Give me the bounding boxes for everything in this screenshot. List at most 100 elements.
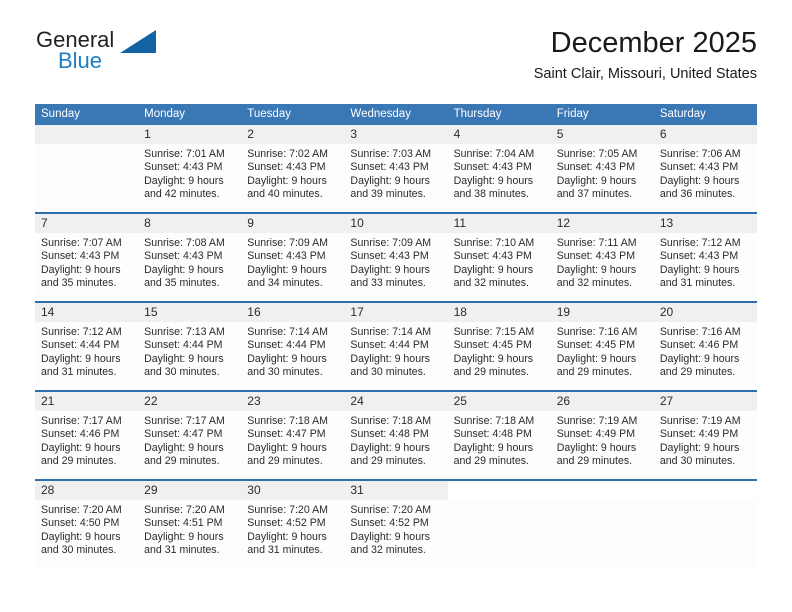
day-number-30[interactable]: 30	[241, 481, 344, 500]
day-detail-row: Sunrise: 7:12 AM Sunset: 4:44 PM Daylight:…	[35, 322, 757, 390]
day-number-29[interactable]: 29	[138, 481, 241, 500]
day-detail-line: and 35 minutes.	[144, 277, 220, 290]
day-cell-21[interactable]: Sunrise: 7:17 AM Sunset: 4:46 PM Daylight:…	[35, 411, 138, 479]
day-number-11[interactable]: 11	[448, 214, 551, 233]
day-cell-12[interactable]: Sunrise: 7:11 AM Sunset: 4:43 PM Daylight:…	[551, 233, 654, 301]
day-cell-3[interactable]: Sunrise: 7:03 AM Sunset: 4:43 PM Daylight:…	[344, 144, 447, 212]
day-cell-7[interactable]: Sunrise: 7:07 AM Sunset: 4:43 PM Daylight:…	[35, 233, 138, 301]
day-cell-27[interactable]: Sunrise: 7:19 AM Sunset: 4:49 PM Daylight:…	[654, 411, 757, 479]
day-cell-16[interactable]: Sunrise: 7:14 AM Sunset: 4:44 PM Daylight:…	[241, 322, 344, 390]
day-number-4[interactable]: 4	[448, 125, 551, 144]
day-number-3[interactable]: 3	[344, 125, 447, 144]
day-number-15[interactable]: 15	[138, 303, 241, 322]
day-number-band: 7 8 9 10 11 12 13	[35, 214, 757, 233]
calendar-week-row: 28 29 30 31 Sunrise: 7:20 AM Sunset: 4:50 PM D…	[35, 479, 757, 568]
day-of-week-header-tuesday: Tuesday	[247, 108, 291, 120]
calendar-week-row: 14 15 16 17 18 19 20 Sunrise: 7:12 AM Sunset: 4:…	[35, 301, 757, 390]
day-detail-line: and 29 minutes.	[453, 455, 529, 468]
day-detail-line: Sunset: 4:49 PM	[556, 428, 636, 441]
day-number-28[interactable]: 28	[35, 481, 138, 500]
day-detail-line: Sunset: 4:51 PM	[144, 517, 223, 530]
day-number-9[interactable]: 9	[241, 214, 344, 233]
day-detail-line: Sunset: 4:50 PM	[41, 517, 120, 530]
day-detail-line: Sunrise: 7:08 AM	[144, 237, 225, 249]
day-cell-31[interactable]: Sunrise: 7:20 AM Sunset: 4:52 PM Daylight:…	[344, 500, 447, 568]
day-detail-line: Sunrise: 7:14 AM	[247, 326, 328, 338]
day-number-19[interactable]: 19	[551, 303, 654, 322]
day-number-13[interactable]: 13	[654, 214, 757, 233]
day-number-10[interactable]: 10	[344, 214, 447, 233]
day-cell-2[interactable]: Sunrise: 7:02 AM Sunset: 4:43 PM Daylight:…	[241, 144, 344, 212]
day-cell-22[interactable]: Sunrise: 7:17 AM Sunset: 4:47 PM Daylight:…	[138, 411, 241, 479]
day-detail-line: Sunrise: 7:12 AM	[659, 237, 741, 249]
day-cell-15[interactable]: Sunrise: 7:13 AM Sunset: 4:44 PM Daylight:…	[138, 322, 241, 390]
day-detail-line: and 35 minutes.	[41, 277, 117, 290]
day-number-band: 28 29 30 31	[35, 481, 757, 500]
day-number-31[interactable]: 31	[344, 481, 447, 500]
triangle-icon	[120, 30, 156, 53]
day-cell-29[interactable]: Sunrise: 7:20 AM Sunset: 4:51 PM Daylight:…	[138, 500, 241, 568]
day-cell-13[interactable]: Sunrise: 7:12 AM Sunset: 4:43 PM Daylight:…	[654, 233, 757, 301]
day-cell-4[interactable]: Sunrise: 7:04 AM Sunset: 4:43 PM Daylight:…	[448, 144, 551, 212]
day-cell-20[interactable]: Sunrise: 7:16 AM Sunset: 4:46 PM Daylight:…	[654, 322, 757, 390]
general-blue-logo[interactable]: General Blue	[36, 28, 216, 76]
day-cell-9[interactable]: Sunrise: 7:09 AM Sunset: 4:43 PM Daylight:…	[241, 233, 344, 301]
day-number-2[interactable]: 2	[241, 125, 344, 144]
day-number-8[interactable]: 8	[138, 214, 241, 233]
day-number-21[interactable]: 21	[35, 392, 138, 411]
day-detail-line: Sunrise: 7:05 AM	[556, 148, 638, 160]
day-cell-1[interactable]: Sunrise: 7:01 AM Sunset: 4:43 PM Daylight:…	[138, 144, 241, 212]
day-cell-23[interactable]: Sunrise: 7:18 AM Sunset: 4:47 PM Daylight:…	[241, 411, 344, 479]
day-detail-line: Sunrise: 7:19 AM	[659, 415, 741, 427]
day-detail-line: and 29 minutes.	[556, 366, 633, 379]
day-number-27[interactable]: 27	[654, 392, 757, 411]
day-detail-line: Sunrise: 7:17 AM	[144, 415, 225, 427]
day-cell-26[interactable]: Sunrise: 7:19 AM Sunset: 4:49 PM Daylight:…	[551, 411, 654, 479]
day-detail-row: Sunrise: 7:01 AM Sunset: 4:43 PM Daylight:…	[35, 144, 757, 212]
day-number-14[interactable]: 14	[35, 303, 138, 322]
day-detail-line: Sunset: 4:45 PM	[453, 339, 532, 352]
day-number-18[interactable]: 18	[448, 303, 551, 322]
day-number-5[interactable]: 5	[551, 125, 654, 144]
day-cell-18[interactable]: Sunrise: 7:15 AM Sunset: 4:45 PM Daylight:…	[448, 322, 551, 390]
day-number-23[interactable]: 23	[241, 392, 344, 411]
day-number-26[interactable]: 26	[551, 392, 654, 411]
day-detail-line: Sunrise: 7:03 AM	[350, 148, 432, 160]
day-detail-line: and 39 minutes.	[350, 188, 426, 201]
day-detail-line: and 29 minutes.	[659, 366, 736, 379]
day-number-6[interactable]: 6	[654, 125, 757, 144]
day-number-20[interactable]: 20	[654, 303, 757, 322]
day-detail-line: Sunset: 4:43 PM	[247, 250, 326, 263]
day-detail-line: and 31 minutes.	[41, 366, 117, 379]
day-number-25[interactable]: 25	[448, 392, 551, 411]
page-subtitle: Saint Clair, Missouri, United States	[533, 66, 757, 82]
day-number-17[interactable]: 17	[344, 303, 447, 322]
day-detail-line: Daylight: 9 hours	[350, 441, 430, 454]
day-detail-line: and 29 minutes.	[247, 455, 323, 468]
day-number-1[interactable]: 1	[138, 125, 241, 144]
day-detail-line: Sunset: 4:43 PM	[144, 250, 223, 263]
day-cell-25[interactable]: Sunrise: 7:18 AM Sunset: 4:48 PM Daylight:…	[448, 411, 551, 479]
day-cell-11[interactable]: Sunrise: 7:10 AM Sunset: 4:43 PM Daylight:…	[448, 233, 551, 301]
day-cell-6[interactable]: Sunrise: 7:06 AM Sunset: 4:43 PM Daylight:…	[654, 144, 757, 212]
day-number-7[interactable]: 7	[35, 214, 138, 233]
day-cell-30[interactable]: Sunrise: 7:20 AM Sunset: 4:52 PM Daylight:…	[241, 500, 344, 568]
day-number-12[interactable]: 12	[551, 214, 654, 233]
day-cell-24[interactable]: Sunrise: 7:18 AM Sunset: 4:48 PM Daylight:…	[344, 411, 447, 479]
day-cell-10[interactable]: Sunrise: 7:09 AM Sunset: 4:43 PM Daylight:…	[344, 233, 447, 301]
day-number-24[interactable]: 24	[344, 392, 447, 411]
day-detail-line: Sunrise: 7:16 AM	[659, 326, 741, 338]
day-detail-line: Daylight: 9 hours	[41, 441, 121, 454]
day-number-22[interactable]: 22	[138, 392, 241, 411]
day-detail-line: Daylight: 9 hours	[350, 263, 430, 276]
day-cell-8[interactable]: Sunrise: 7:08 AM Sunset: 4:43 PM Daylight:…	[138, 233, 241, 301]
day-cell-17[interactable]: Sunrise: 7:14 AM Sunset: 4:44 PM Daylight:…	[344, 322, 447, 390]
day-cell-19[interactable]: Sunrise: 7:16 AM Sunset: 4:45 PM Daylight:…	[551, 322, 654, 390]
day-number-16[interactable]: 16	[241, 303, 344, 322]
calendar-week-row: 7 8 9 10 11 12 13 Sunrise: 7:07 AM Sunset: 4:43 …	[35, 212, 757, 301]
day-detail-line: Daylight: 9 hours	[659, 263, 740, 276]
day-cell-5[interactable]: Sunrise: 7:05 AM Sunset: 4:43 PM Daylight:…	[551, 144, 654, 212]
day-of-week-header-row: Sunday Monday Tuesday Wednesday Thursday Frid…	[35, 104, 757, 125]
day-cell-14[interactable]: Sunrise: 7:12 AM Sunset: 4:44 PM Daylight:…	[35, 322, 138, 390]
day-cell-28[interactable]: Sunrise: 7:20 AM Sunset: 4:50 PM Daylight:…	[35, 500, 138, 568]
